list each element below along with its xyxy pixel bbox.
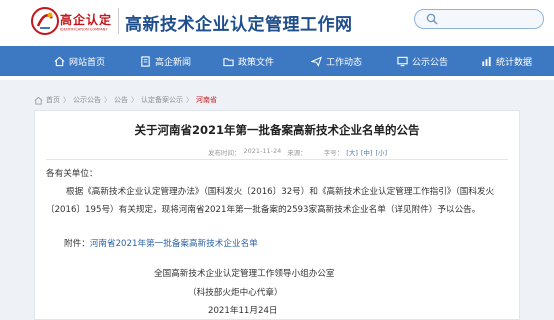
logo-text: 高企认定 bbox=[60, 13, 113, 27]
article-meta: 发布时间： 2021-11-24 来源： 字号： [大] [中] [小] bbox=[208, 147, 387, 157]
main-nav: 网站首页 高企新闻 政策文件 工作动态 公示公告 统计数据 bbox=[0, 46, 554, 76]
article-title: 关于河南省2021年第一批备案高新技术企业名单的公告 bbox=[134, 123, 420, 137]
attachment-label: 附件： bbox=[64, 239, 90, 249]
attachment-link[interactable]: 河南省2021年第一批备案高新技术企业名单 bbox=[90, 239, 258, 249]
breadcrumb: 首页 〉 公示公告 〉 公告 〉 认定备案公示 〉 河南省 bbox=[34, 93, 217, 107]
nav-item-stats[interactable]: 统计数据 bbox=[481, 46, 532, 76]
send-icon bbox=[311, 55, 322, 67]
signature-sub: （科技部火炬中心代章） bbox=[188, 288, 283, 298]
paragraph-line: 根据《高新技术企业认定管理办法》（国科发火〔2016〕32号）和《高新技术企业认… bbox=[66, 187, 495, 197]
breadcrumb-separator: 〉 bbox=[63, 96, 70, 104]
font-size-small-button[interactable]: [小] bbox=[375, 147, 387, 157]
search-icon[interactable] bbox=[426, 13, 438, 25]
nav-item-work[interactable]: 工作动态 bbox=[311, 46, 362, 76]
nav-item-label: 公示公告 bbox=[412, 57, 449, 68]
paragraph-line: 〔2016〕195号）有关规定，现将河南省2021年第一批备案的2593家高新技… bbox=[46, 205, 481, 215]
breadcrumb-item[interactable]: 公告 bbox=[114, 95, 128, 105]
breadcrumb-item[interactable]: 公示公告 bbox=[73, 95, 101, 105]
breadcrumb-separator: 〉 bbox=[104, 96, 111, 104]
font-size-medium-button[interactable]: [中] bbox=[361, 147, 373, 157]
nav-item-label: 工作动态 bbox=[326, 57, 363, 68]
nav-item-notice[interactable]: 公示公告 bbox=[397, 46, 448, 76]
breadcrumb-separator: 〉 bbox=[131, 96, 138, 104]
nav-item-label: 高企新闻 bbox=[155, 57, 192, 68]
nav-item-policy[interactable]: 政策文件 bbox=[223, 46, 274, 76]
nav-item-label: 统计数据 bbox=[496, 57, 533, 68]
home-icon bbox=[34, 96, 43, 105]
nav-item-home[interactable]: 网站首页 bbox=[54, 46, 105, 76]
monitor-icon bbox=[397, 56, 408, 66]
breadcrumb-item[interactable]: 首页 bbox=[46, 95, 60, 105]
source-label: 来源： bbox=[287, 149, 307, 157]
nav-item-news[interactable]: 高企新闻 bbox=[140, 46, 191, 76]
header-divider bbox=[118, 8, 119, 34]
signature-org: 全国高新技术企业认定管理工作领导小组办公室 bbox=[154, 269, 335, 279]
folder-icon bbox=[223, 57, 234, 66]
date-label: 发布时间： bbox=[208, 149, 241, 157]
site-title: 高新技术企业认定管理工作网 bbox=[125, 15, 353, 35]
breadcrumb-current[interactable]: 河南省 bbox=[196, 95, 217, 105]
signature-date: 2021年11月24日 bbox=[208, 306, 278, 316]
breadcrumb-item[interactable]: 认定备案公示 bbox=[141, 95, 183, 105]
logo-icon[interactable] bbox=[30, 6, 60, 36]
logo-subtext: IDENTIFICATION COMPANY bbox=[60, 27, 108, 32]
font-size-label: 字号： bbox=[323, 149, 344, 157]
font-size-large-button[interactable]: [大] bbox=[346, 147, 358, 157]
attachment: 附件：河南省2021年第一批备案高新技术企业名单 bbox=[64, 238, 258, 250]
publish-date: 2021-11-24 bbox=[243, 147, 282, 155]
nav-item-label: 网站首页 bbox=[69, 57, 106, 68]
meta-divider bbox=[46, 159, 508, 160]
salutation: 各有关单位： bbox=[46, 169, 98, 179]
chart-icon bbox=[482, 56, 491, 66]
nav-item-label: 政策文件 bbox=[238, 57, 275, 68]
site-header: 高企认定 IDENTIFICATION COMPANY 高新技术企业认定管理工作… bbox=[0, 0, 554, 42]
home-icon bbox=[54, 56, 65, 66]
breadcrumb-separator: 〉 bbox=[186, 96, 193, 104]
document-icon bbox=[141, 55, 150, 67]
